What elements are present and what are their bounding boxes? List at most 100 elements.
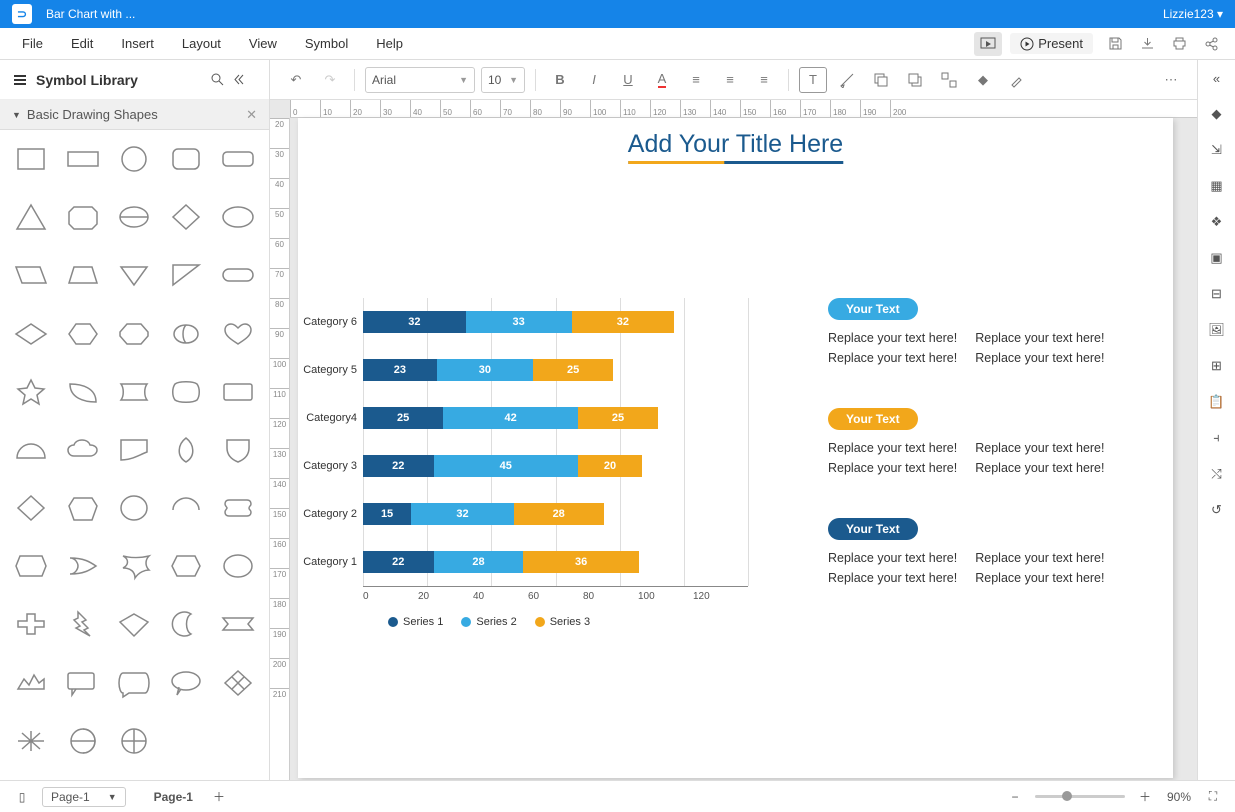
shape-9[interactable] (215, 196, 261, 238)
bring-front-icon[interactable] (901, 67, 929, 93)
shape-17[interactable] (112, 313, 158, 355)
search-icon[interactable] (209, 72, 233, 87)
shape-6[interactable] (60, 196, 106, 238)
shape-39[interactable] (215, 545, 261, 587)
shape-33[interactable] (163, 487, 209, 529)
menu-file[interactable]: File (8, 30, 57, 57)
shape-18[interactable] (163, 313, 209, 355)
text-block[interactable]: Your TextReplace your text here!Replace … (828, 298, 1178, 368)
shape-52[interactable] (112, 720, 158, 762)
shape-3[interactable] (163, 138, 209, 180)
shape-24[interactable] (215, 371, 261, 413)
group-icon[interactable] (935, 67, 963, 93)
shape-8[interactable] (163, 196, 209, 238)
shape-48[interactable] (163, 662, 209, 704)
shape-22[interactable] (112, 371, 158, 413)
bold-icon[interactable]: B (546, 67, 574, 93)
data-panel-icon[interactable]: ⊟ (1205, 282, 1229, 306)
menu-layout[interactable]: Layout (168, 30, 235, 57)
undo-icon[interactable]: ↶ (282, 67, 310, 93)
shape-4[interactable] (215, 138, 261, 180)
collapse-icon[interactable] (233, 72, 257, 87)
zoom-out-icon[interactable]: − (1003, 790, 1027, 804)
menu-symbol[interactable]: Symbol (291, 30, 362, 57)
history-panel-icon[interactable]: ↺ (1205, 498, 1229, 522)
slideshow-icon[interactable] (974, 32, 1002, 56)
layers-panel-icon[interactable]: ❖ (1205, 210, 1229, 234)
shape-16[interactable] (60, 313, 106, 355)
download-icon[interactable] (1133, 32, 1161, 56)
align-vertical-icon[interactable]: ≡ (750, 67, 778, 93)
bar-chart[interactable]: Category 6323332Category 5233025Category… (288, 298, 748, 628)
hierarchy-panel-icon[interactable]: ⊞ (1205, 354, 1229, 378)
menu-help[interactable]: Help (362, 30, 417, 57)
text-tool-icon[interactable]: T (799, 67, 827, 93)
fill-panel-icon[interactable]: ◆ (1205, 102, 1229, 126)
clipboard-panel-icon[interactable]: 📋 (1205, 390, 1229, 414)
shape-49[interactable] (215, 662, 261, 704)
shape-31[interactable] (60, 487, 106, 529)
shape-12[interactable] (112, 254, 158, 296)
shape-45[interactable] (8, 662, 54, 704)
grid-panel-icon[interactable]: ▦ (1205, 174, 1229, 198)
line-spacing-icon[interactable]: ≡ (682, 67, 710, 93)
fullscreen-icon[interactable]: ⛶ (1201, 789, 1225, 804)
shape-7[interactable] (112, 196, 158, 238)
page-surface[interactable]: Add Your Title Here Category 6323332Cate… (298, 118, 1173, 778)
italic-icon[interactable]: I (580, 67, 608, 93)
zoom-in-icon[interactable]: ＋ (1133, 788, 1157, 805)
zoom-slider[interactable] (1035, 795, 1125, 798)
save-icon[interactable] (1101, 32, 1129, 56)
menu-insert[interactable]: Insert (107, 30, 168, 57)
shape-26[interactable] (60, 429, 106, 471)
underline-icon[interactable]: U (614, 67, 642, 93)
shape-46[interactable] (60, 662, 106, 704)
shape-40[interactable] (8, 603, 54, 645)
shape-11[interactable] (60, 254, 106, 296)
shape-36[interactable] (60, 545, 106, 587)
shape-51[interactable] (60, 720, 106, 762)
shape-38[interactable] (163, 545, 209, 587)
close-icon[interactable]: ✕ (246, 107, 257, 123)
shape-21[interactable] (60, 371, 106, 413)
page-picker[interactable]: Page-1▼ (42, 787, 126, 807)
shape-1[interactable] (60, 138, 106, 180)
shape-13[interactable] (163, 254, 209, 296)
text-block[interactable]: Your TextReplace your text here!Replace … (828, 518, 1178, 588)
shape-5[interactable] (8, 196, 54, 238)
present-button[interactable]: Present (1010, 33, 1093, 54)
shape-23[interactable] (163, 371, 209, 413)
image-panel-icon[interactable]: 🖼 (1205, 318, 1229, 342)
shape-30[interactable] (8, 487, 54, 529)
shape-41[interactable] (60, 603, 106, 645)
shape-0[interactable] (8, 138, 54, 180)
align-horizontal-icon[interactable]: ≡ (716, 67, 744, 93)
more-icon[interactable]: ⋯ (1157, 67, 1185, 93)
shape-29[interactable] (215, 429, 261, 471)
slide-panel-icon[interactable]: ▣ (1205, 246, 1229, 270)
shape-32[interactable] (112, 487, 158, 529)
menu-edit[interactable]: Edit (57, 30, 107, 57)
expand-panel-icon[interactable]: « (1205, 66, 1229, 90)
shape-50[interactable] (8, 720, 54, 762)
shape-25[interactable] (8, 429, 54, 471)
shape-44[interactable] (215, 603, 261, 645)
add-page-icon[interactable]: ＋ (207, 788, 231, 805)
text-color-icon[interactable]: A (648, 67, 676, 93)
fill-icon[interactable]: ◆ (969, 67, 997, 93)
outline-view-icon[interactable]: ▯ (10, 790, 34, 804)
shape-28[interactable] (163, 429, 209, 471)
export-panel-icon[interactable]: ⇲ (1205, 138, 1229, 162)
send-back-icon[interactable] (867, 67, 895, 93)
shape-37[interactable] (112, 545, 158, 587)
shape-20[interactable] (8, 371, 54, 413)
shape-42[interactable] (112, 603, 158, 645)
shape-34[interactable] (215, 487, 261, 529)
menu-view[interactable]: View (235, 30, 291, 57)
shape-2[interactable] (112, 138, 158, 180)
user-menu[interactable]: Lizzie123 ▾ (1163, 7, 1223, 21)
page-title[interactable]: Add Your Title Here (628, 130, 843, 164)
font-select[interactable]: Arial▼ (365, 67, 475, 93)
connector-icon[interactable] (833, 67, 861, 93)
shape-43[interactable] (163, 603, 209, 645)
